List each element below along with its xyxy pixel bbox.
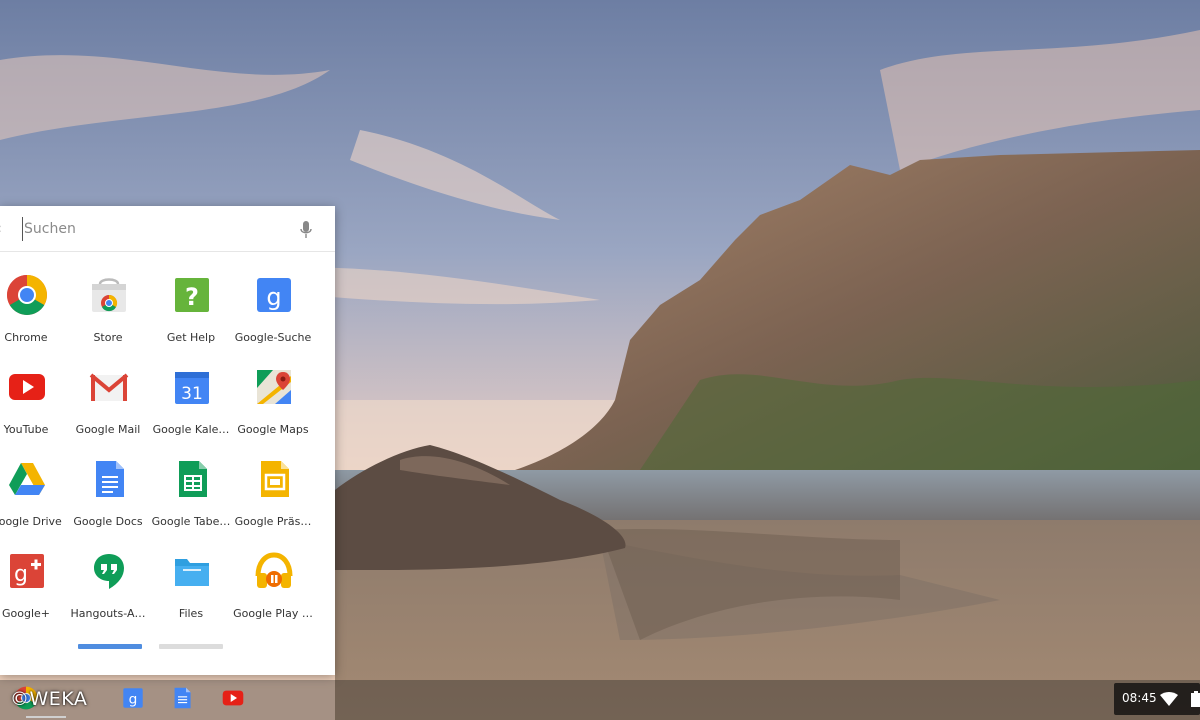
app-tile-hangouts[interactable]: Hangouts-A…: [62, 542, 154, 622]
search-input[interactable]: [22, 217, 284, 241]
wifi-icon: [1160, 692, 1178, 706]
google-slides-icon: [261, 461, 289, 497]
shelf: ©WEKA g 08:45: [0, 680, 1200, 720]
app-tile-google-play-music[interactable]: Google Play …: [227, 542, 319, 622]
gmail-icon: [89, 373, 129, 401]
google-calendar-icon: 31: [175, 372, 209, 404]
app-label: Google Präs…: [234, 515, 312, 528]
app-tile-gmail[interactable]: Google Mail: [62, 358, 154, 438]
clock: 08:45: [1122, 691, 1157, 705]
back-arrow-icon[interactable]: ‹: [0, 221, 6, 237]
search-bar: ‹: [0, 206, 335, 252]
google-docs-icon: [96, 461, 124, 497]
google-maps-icon: [257, 370, 291, 404]
active-app-indicator: [26, 716, 66, 718]
app-tile-google-calendar[interactable]: 31 Google Kale…: [145, 358, 237, 438]
google-plus-icon: g: [10, 554, 44, 588]
app-label: Google Play …: [233, 607, 313, 620]
youtube-icon: [9, 374, 45, 400]
page-indicator-2[interactable]: [159, 644, 223, 649]
chrome-icon: [7, 275, 47, 315]
app-label: Google-Suche: [234, 331, 312, 344]
files-icon: [175, 559, 209, 586]
google-sheets-icon: [179, 461, 207, 497]
google-play-music-icon: [255, 552, 293, 588]
app-tile-google-docs[interactable]: Google Docs: [62, 450, 154, 530]
app-label: Hangouts-A…: [70, 607, 146, 620]
page-indicator-1[interactable]: [78, 644, 142, 649]
app-label: Store: [93, 331, 123, 344]
hangouts-icon: [94, 554, 124, 589]
svg-text:g: g: [14, 562, 28, 587]
app-tile-files[interactable]: Files: [145, 542, 237, 622]
google-docs-icon[interactable]: [170, 686, 194, 710]
google-search-icon: g: [257, 278, 291, 312]
web-store-icon: [92, 278, 126, 312]
app-tile-google-maps[interactable]: Google Maps: [227, 358, 319, 438]
app-tile-google-search[interactable]: g Google-Suche: [227, 266, 319, 346]
app-tile-google-slides[interactable]: Google Präs…: [227, 450, 319, 530]
status-tray[interactable]: 08:45: [1114, 683, 1200, 715]
app-tile-get-help[interactable]: ? Get Help: [145, 266, 237, 346]
app-tile-store[interactable]: Store: [62, 266, 154, 346]
youtube-icon[interactable]: [221, 686, 245, 710]
svg-text:g: g: [266, 283, 281, 311]
app-label: Google Maps: [237, 423, 309, 436]
app-tile-google-sheets[interactable]: Google Tabe…: [145, 450, 237, 530]
svg-text:g: g: [129, 692, 138, 708]
battery-icon: [1191, 691, 1200, 707]
app-label: Google Mail: [75, 423, 141, 436]
google-drive-icon: [9, 463, 45, 495]
google-search-icon[interactable]: g: [121, 686, 145, 710]
svg-text:?: ?: [185, 283, 199, 311]
watermark: ©WEKA: [10, 688, 88, 710]
get-help-icon: ?: [175, 278, 209, 312]
app-label: Google Docs: [73, 515, 143, 528]
microphone-icon[interactable]: [299, 220, 313, 240]
calendar-day-number: 31: [181, 384, 203, 404]
app-launcher: ‹ Chrome: [0, 206, 335, 675]
